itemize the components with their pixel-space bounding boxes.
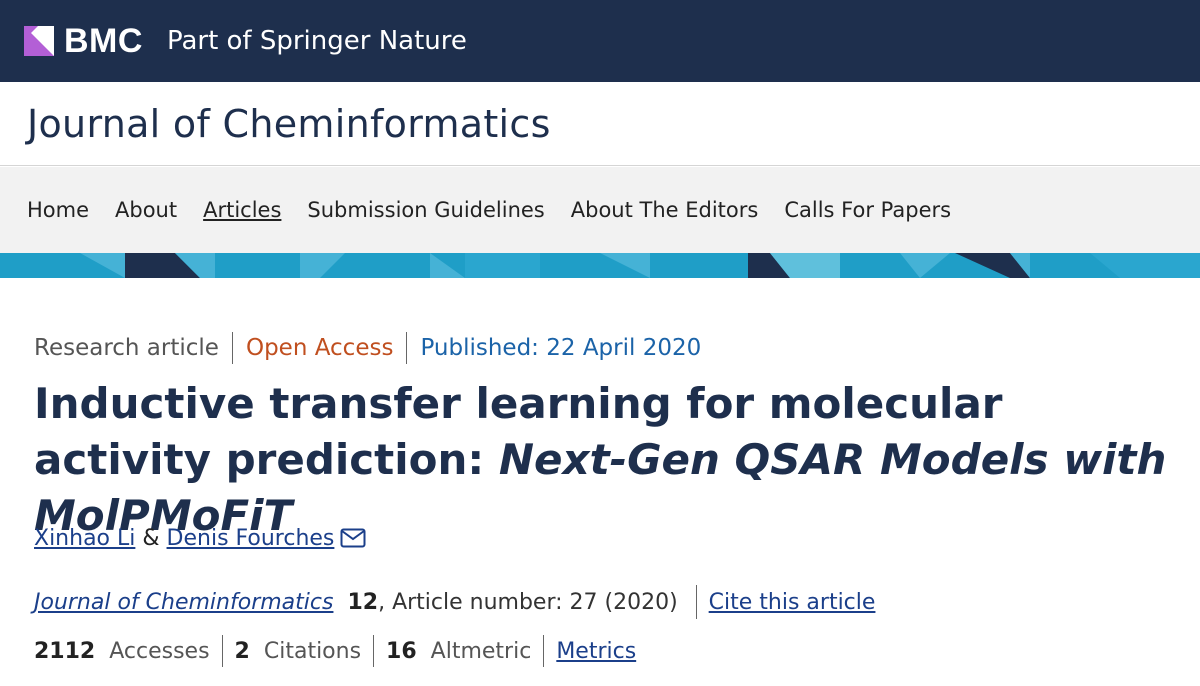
- article-title: Inductive transfer learning for molecula…: [34, 376, 1194, 544]
- banner-pattern: [0, 253, 1200, 278]
- metrics-divider: [221, 635, 223, 667]
- journal-nav: Home About Articles Submission Guideline…: [0, 167, 1200, 253]
- open-access-badge: Open Access: [245, 335, 394, 361]
- article-type: Research article: [34, 335, 219, 361]
- article-meta: Research article Open Access Published: …: [34, 330, 701, 366]
- citations-label: Citations: [263, 638, 362, 664]
- author-link[interactable]: Xinhao Li: [34, 526, 135, 551]
- author-list: Xinhao Li & Denis Fourches: [34, 520, 366, 556]
- citations-count: 2: [234, 638, 250, 664]
- meta-divider: [406, 332, 408, 364]
- nav-item-about-the-editors[interactable]: About The Editors: [571, 198, 759, 222]
- author-link[interactable]: Denis Fourches: [167, 526, 335, 551]
- brand-header: BMC Part of Springer Nature: [0, 0, 1200, 82]
- nav-item-articles[interactable]: Articles: [203, 198, 281, 222]
- nav-item-about[interactable]: About: [115, 198, 177, 222]
- citation-info: Journal of Cheminformatics 12 , Article …: [34, 584, 875, 620]
- accesses-count: 2112: [34, 638, 96, 664]
- metrics-link[interactable]: Metrics: [556, 639, 636, 664]
- bmc-logo-icon: [24, 26, 54, 56]
- citation-volume: 12: [347, 589, 379, 615]
- metrics-divider: [373, 635, 375, 667]
- brand-logo[interactable]: BMC: [24, 22, 143, 61]
- citation-article-number: , Article number: 27 (2020): [378, 589, 678, 615]
- nav-item-calls-for-papers[interactable]: Calls For Papers: [784, 198, 951, 222]
- journal-header: Journal of Cheminformatics: [0, 82, 1200, 166]
- citation-divider: [695, 585, 697, 619]
- metrics-divider: [543, 635, 545, 667]
- altmetric-score: 16: [386, 638, 417, 664]
- nav-item-home[interactable]: Home: [27, 198, 89, 222]
- meta-divider: [231, 332, 233, 364]
- email-icon[interactable]: [340, 528, 366, 548]
- journal-title[interactable]: Journal of Cheminformatics: [27, 102, 551, 146]
- altmetric-label: Altmetric: [430, 638, 532, 664]
- article-metrics: 2112 Accesses 2 Citations 16 Altmetric M…: [34, 633, 636, 669]
- published-date: Published: 22 April 2020: [420, 335, 702, 361]
- accesses-label: Accesses: [109, 638, 210, 664]
- cite-this-article-link[interactable]: Cite this article: [709, 590, 876, 615]
- citation-journal-link[interactable]: Journal of Cheminformatics: [34, 590, 333, 615]
- brand-name: BMC: [64, 21, 143, 60]
- author-joiner: &: [142, 525, 160, 551]
- decorative-banner: [0, 253, 1200, 278]
- brand-tagline: Part of Springer Nature: [166, 26, 467, 56]
- nav-item-submission-guidelines[interactable]: Submission Guidelines: [307, 198, 544, 222]
